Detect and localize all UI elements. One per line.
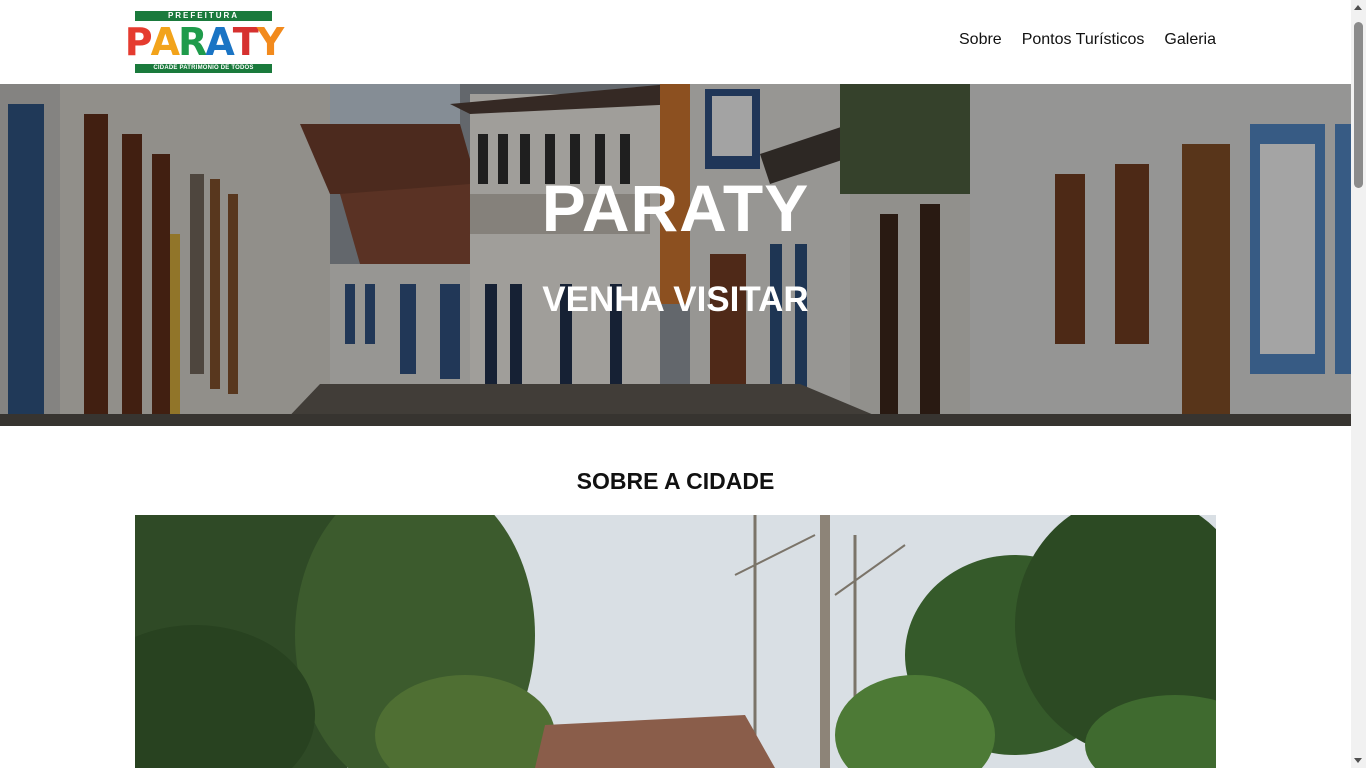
logo-letter: T <box>232 20 259 64</box>
hero-banner: PARATY VENHA VISITAR <box>0 84 1351 426</box>
nav-link-sobre[interactable]: Sobre <box>959 31 1002 49</box>
main-nav: Sobre Pontos Turísticos Galeria <box>959 31 1216 49</box>
hero-title: PARATY <box>541 171 810 245</box>
about-city-image <box>135 515 1216 768</box>
logo-wordmark: P A R A T Y <box>125 20 284 64</box>
nav-link-pontos-turisticos[interactable]: Pontos Turísticos <box>1022 31 1145 49</box>
nav-link-galeria[interactable]: Galeria <box>1164 31 1216 49</box>
scroll-thumb[interactable] <box>1354 22 1363 188</box>
hero-overlay <box>0 84 1351 426</box>
paraty-logo[interactable]: PREFEITURA P A R A T Y CIDADE PATRIMÔNIO… <box>125 11 284 73</box>
hero-subtitle: VENHA VISITAR <box>542 280 809 319</box>
logo-letter: R <box>178 20 207 64</box>
logo-letter: A <box>150 20 180 64</box>
scroll-down-arrow-icon[interactable] <box>1354 758 1362 763</box>
logo-letter: Y <box>256 20 284 64</box>
scroll-up-arrow-icon[interactable] <box>1354 5 1362 10</box>
logo-letter: P <box>124 20 153 64</box>
logo-bottom-band: CIDADE PATRIMÔNIO DE TODOS <box>135 64 272 73</box>
logo-letter: A <box>205 20 234 64</box>
site-header: PREFEITURA P A R A T Y CIDADE PATRIMÔNIO… <box>0 0 1351 84</box>
section-title-sobre: SOBRE A CIDADE <box>576 468 775 494</box>
page-scrollbar[interactable] <box>1351 0 1366 768</box>
